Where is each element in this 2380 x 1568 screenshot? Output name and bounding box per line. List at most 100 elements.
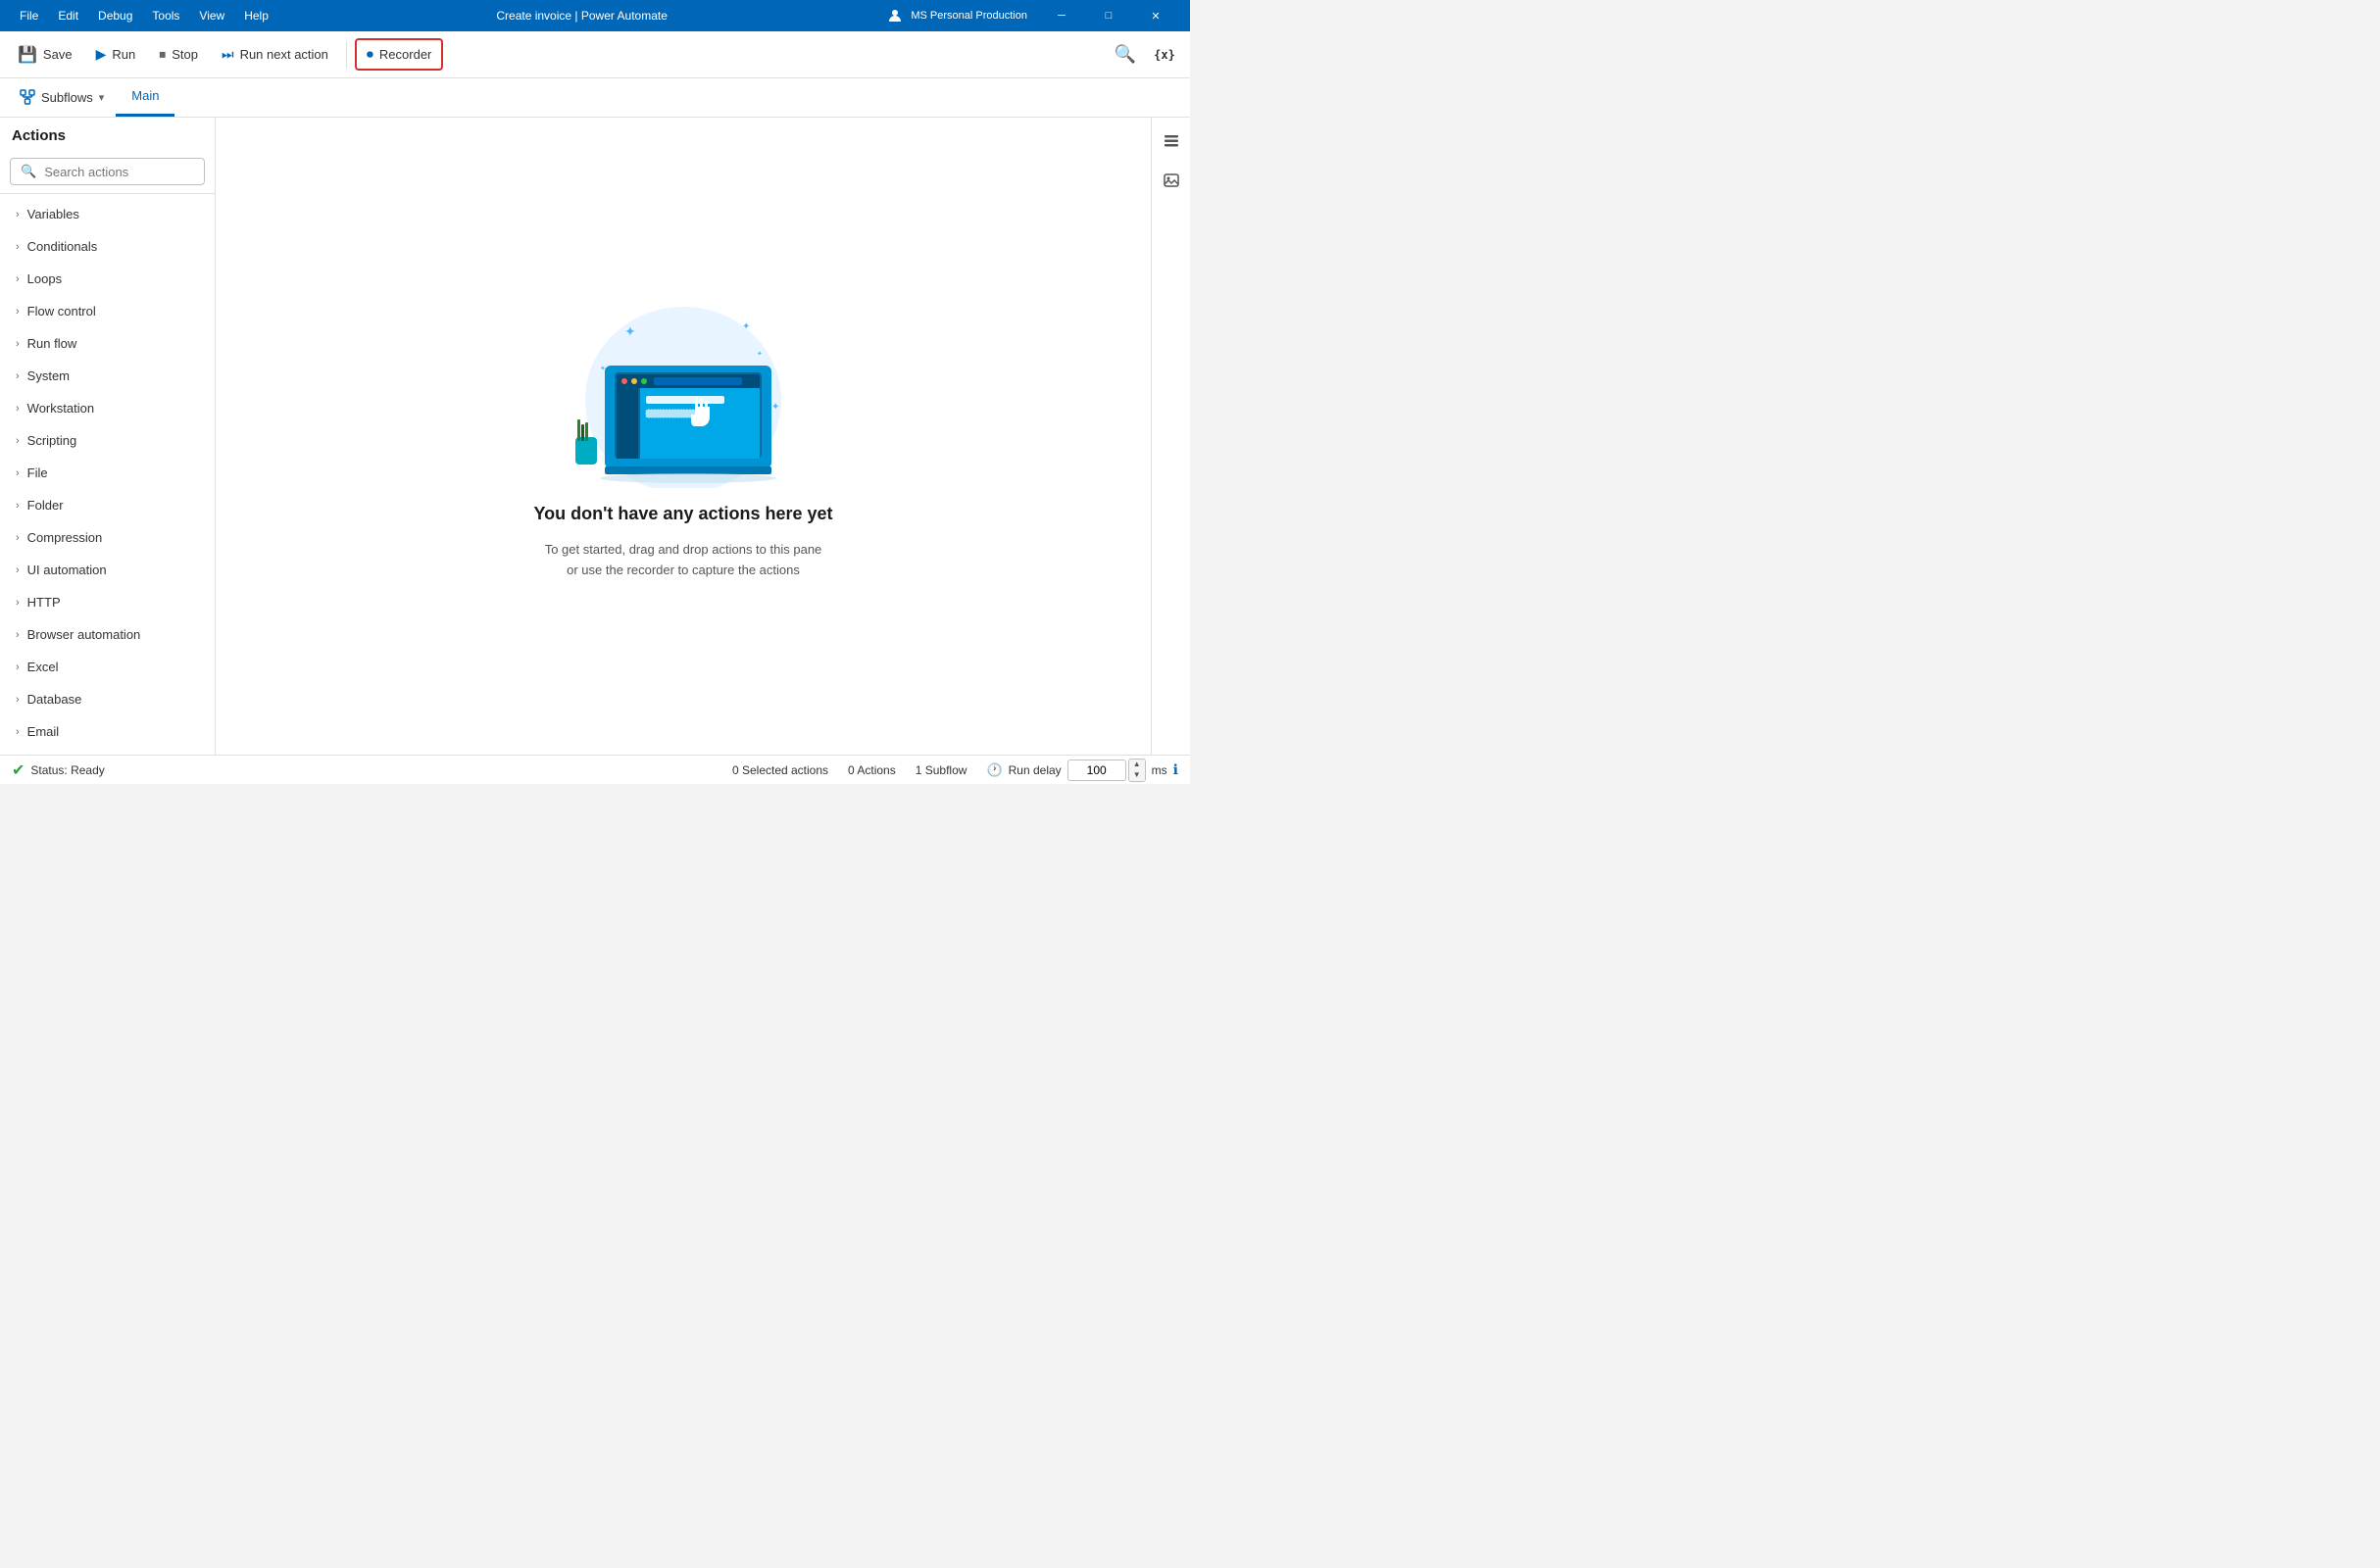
run-delay-label: Run delay (1009, 763, 1062, 777)
chevron-icon: › (16, 662, 20, 673)
run-next-button[interactable]: ⏭ Run next action (212, 40, 338, 69)
sidebar-item-label: Workstation (27, 401, 94, 416)
clock-icon: 🕐 (986, 762, 1002, 778)
sidebar-item-label: Variables (27, 207, 79, 221)
chevron-icon: › (16, 370, 20, 382)
actions-count: 0 Actions (848, 763, 896, 777)
sidebar-item-label: Folder (27, 498, 64, 513)
recorder-button[interactable]: ⏺ Recorder (355, 38, 443, 71)
sidebar-item-system[interactable]: ›System (0, 360, 215, 392)
svg-text:✦: ✦ (771, 402, 779, 413)
variables-panel-button[interactable]: {x} (1147, 37, 1182, 73)
user-info: MS Personal Production (887, 8, 1027, 24)
recorder-label: Recorder (379, 47, 431, 62)
chevron-icon: › (16, 467, 20, 479)
save-button[interactable]: 💾 Save (8, 39, 82, 71)
subflows-icon (20, 89, 35, 105)
save-icon: 💾 (18, 45, 37, 65)
maximize-button[interactable]: □ (1086, 0, 1131, 31)
search-input[interactable] (44, 165, 194, 179)
sidebar-item-http[interactable]: › HTTP (0, 586, 215, 618)
chevron-icon: › (16, 209, 20, 220)
sidebar-item-label: Conditionals (27, 239, 98, 254)
chevron-icon: › (16, 694, 20, 706)
sidebar-item-label: Excel (27, 660, 59, 674)
search-icon: 🔍 (1115, 44, 1136, 65)
close-button[interactable]: ✕ (1133, 0, 1178, 31)
search-box[interactable]: 🔍 (10, 158, 205, 185)
user-label: MS Personal Production (911, 10, 1027, 22)
window-controls[interactable]: ─ □ ✕ (1039, 0, 1178, 31)
sidebar-item-excel[interactable]: › Excel (0, 651, 215, 683)
search-icon-small: 🔍 (21, 164, 36, 179)
chevron-icon: › (16, 597, 20, 609)
sidebar-item-browser-automation[interactable]: ›Browser automation (0, 618, 215, 651)
layers-button[interactable] (1156, 125, 1187, 157)
svg-text:✦: ✦ (757, 350, 763, 358)
image-button[interactable] (1156, 165, 1187, 196)
spinner-up-button[interactable]: ▲ (1129, 760, 1145, 770)
menu-tools[interactable]: Tools (144, 5, 187, 26)
sidebar-item-exchange[interactable]: ›Exchange (0, 748, 215, 755)
sidebar-item-label: Run flow (27, 336, 77, 351)
minimize-button[interactable]: ─ (1039, 0, 1084, 31)
svg-text:✦: ✦ (624, 323, 636, 339)
sidebar-item-label: HTTP (27, 595, 61, 610)
sidebar-item-label: Email (27, 724, 60, 739)
subflows-chevron: ▾ (99, 91, 105, 104)
sidebar-item-label: UI automation (27, 563, 107, 577)
svg-text:✦: ✦ (742, 321, 750, 332)
actions-sidebar: Actions 🔍 ›Variables›Conditionals›Loops›… (0, 118, 216, 755)
sidebar-item-database[interactable]: › Database (0, 683, 215, 715)
sidebar-item-label: Flow control (27, 304, 96, 318)
chevron-icon: › (16, 306, 20, 318)
empty-illustration: ✦ ✦ ✦ ✦ ✦ (546, 292, 820, 488)
run-delay-input[interactable] (1067, 760, 1126, 781)
right-sidebar (1151, 118, 1190, 755)
search-container: 🔍 (0, 150, 215, 194)
stop-button[interactable]: ⏹ Stop (149, 40, 208, 69)
run-delay-spinner: ▲ ▼ (1128, 759, 1146, 782)
empty-subtitle: To get started, drag and drop actions to… (545, 540, 822, 581)
sidebar-item-flow-control[interactable]: › Flow control (0, 295, 215, 327)
menu-view[interactable]: View (191, 5, 232, 26)
run-next-label: Run next action (240, 47, 328, 62)
status-label: Status: Ready (30, 763, 104, 777)
menu-bar[interactable]: File Edit Debug Tools View Help (12, 5, 276, 26)
subflow-count: 1 Subflow (916, 763, 967, 777)
toolbar: 💾 Save ▶ Run ⏹ Stop ⏭ Run next action ⏺ … (0, 31, 1190, 78)
sidebar-item-scripting[interactable]: ›Scripting (0, 424, 215, 457)
sidebar-item-conditionals[interactable]: ›Conditionals (0, 230, 215, 263)
menu-edit[interactable]: Edit (50, 5, 86, 26)
chevron-icon: › (16, 500, 20, 512)
sidebar-item-folder[interactable]: › Folder (0, 489, 215, 521)
run-delay-group: 🕐 Run delay ▲ ▼ ms ℹ (986, 759, 1178, 782)
canvas-area: ✦ ✦ ✦ ✦ ✦ (216, 118, 1151, 755)
sidebar-item-loops[interactable]: ›Loops (0, 263, 215, 295)
subflows-button[interactable]: Subflows ▾ (8, 77, 116, 117)
main-layout: Actions 🔍 ›Variables›Conditionals›Loops›… (0, 118, 1190, 755)
chevron-icon: › (16, 273, 20, 285)
sidebar-item-ui-automation[interactable]: ›UI automation (0, 554, 215, 586)
chevron-icon: › (16, 435, 20, 447)
sidebar-item-variables[interactable]: › Variables (0, 198, 215, 230)
global-search-button[interactable]: 🔍 (1108, 37, 1143, 73)
title-bar: File Edit Debug Tools View Help Create i… (0, 0, 1190, 31)
sidebar-item-compression[interactable]: ›Compression (0, 521, 215, 554)
menu-file[interactable]: File (12, 5, 46, 26)
info-icon[interactable]: ℹ (1173, 761, 1178, 778)
sidebar-item-workstation[interactable]: ›Workstation (0, 392, 215, 424)
sidebar-item-label: Compression (27, 530, 103, 545)
sidebar-item-label: Database (27, 692, 82, 707)
run-button[interactable]: ▶ Run (86, 40, 146, 69)
app-title: Create invoice | Power Automate (276, 9, 887, 23)
sidebar-item-file[interactable]: ›File (0, 457, 215, 489)
menu-help[interactable]: Help (236, 5, 276, 26)
image-icon (1163, 172, 1180, 189)
sidebar-item-run-flow[interactable]: ›Run flow (0, 327, 215, 360)
spinner-down-button[interactable]: ▼ (1129, 770, 1145, 781)
sidebar-item-email[interactable]: ›Email (0, 715, 215, 748)
tab-main[interactable]: Main (116, 77, 174, 117)
empty-state: ✦ ✦ ✦ ✦ ✦ (533, 292, 832, 581)
menu-debug[interactable]: Debug (90, 5, 140, 26)
